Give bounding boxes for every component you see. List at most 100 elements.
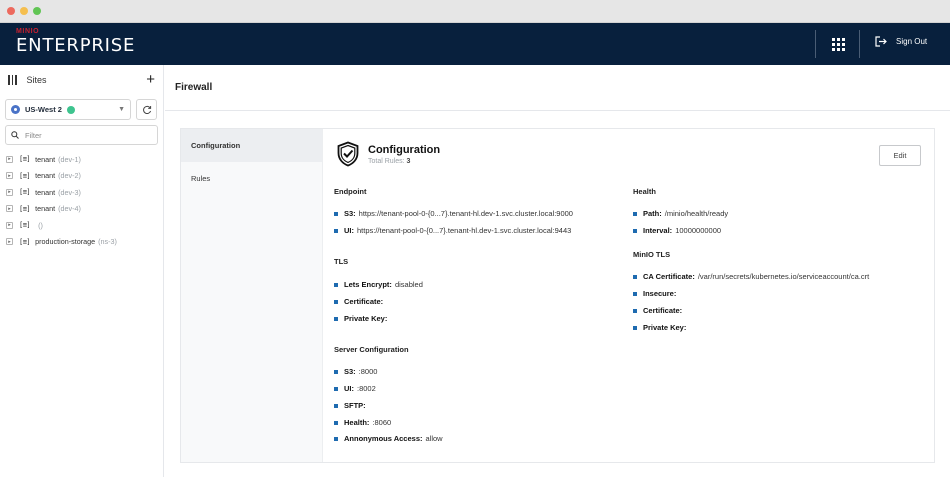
server-row: UI: :8002 [334,384,376,393]
grid-dot-icon [841,42,845,46]
tree-item-label: tenant [35,154,56,164]
server-row: S3: :8000 [334,367,377,376]
kv-key: Private Key: [344,314,388,323]
firewall-card: Configuration Rules Configuration Total … [180,128,935,463]
tree-item-sub: (dev-1) [58,154,81,164]
namespace-icon: [≡] [19,237,31,246]
kv-value: :8002 [357,384,376,393]
namespace-icon: [≡] [19,155,31,164]
health-row: Path: /minio/health/ready [633,209,728,218]
kv-value: /var/run/secrets/kubernetes.io/serviceac… [697,272,870,281]
endpoint-s3-row: S3: https://tenant-pool-0-{0...7}.tenant… [334,209,573,218]
kv-key: Interval: [643,226,673,235]
kv-value: allow [425,434,443,443]
tls-section-title: TLS [334,257,349,266]
bullet-icon [633,308,637,313]
kv-value: :8060 [372,418,392,427]
tenant-tree: ▸ [≡] tenant (dev-1) ▸ [≡] tenant (dev-2… [0,151,163,250]
header-divider [815,30,816,58]
expand-icon[interactable]: ▸ [6,188,13,196]
endpoint-ui-row: UI: https://tenant-pool-0-{0...7}.tenant… [334,226,571,235]
apps-grid-button[interactable] [830,36,846,52]
namespace-icon: [≡] [19,171,31,180]
bullet-icon [334,282,338,287]
kv-value: :8000 [358,367,378,376]
expand-icon[interactable]: ▸ [6,221,13,229]
shield-check-icon [337,141,359,167]
expand-icon[interactable]: ▸ [6,205,13,213]
tree-item[interactable]: ▸ [≡] tenant (dev-4) [0,201,163,218]
tree-item-sub: (dev-2) [58,171,81,181]
grid-dot-icon [841,47,845,51]
bullet-icon [633,274,637,279]
health-section-title: Health [633,187,656,196]
kv-key: Path: [643,209,662,218]
tree-item-sub: (dev-4) [58,204,81,214]
refresh-icon [142,105,151,114]
grid-dot-icon [836,42,840,46]
namespace-icon: [≡] [19,188,31,197]
grid-dot-icon [831,37,835,41]
kv-key: SFTP: [344,401,366,410]
expand-icon[interactable]: ▸ [6,172,13,180]
tls-row: Private Key: [334,314,390,323]
kv-key: Insecure: [643,289,677,298]
bullet-icon [633,291,637,296]
expand-icon[interactable]: ▸ [6,238,13,246]
site-select-row: US-West 2 ▼ [0,99,163,120]
search-icon [11,131,19,139]
sign-out-button[interactable]: Sign Out [875,36,927,47]
kv-key: Certificate: [643,306,683,315]
minimize-window-button[interactable] [20,7,28,15]
namespace-icon: [≡] [19,221,31,230]
tls-row: Lets Encrypt: disabled [334,280,423,289]
kv-key: Certificate: [344,297,384,306]
configuration-title: Configuration [368,143,441,156]
filter-field[interactable] [5,125,158,145]
kv-key: S3: [344,209,356,218]
sites-header: Sites + [0,65,163,95]
sign-out-label: Sign Out [896,37,928,46]
edit-button[interactable]: Edit [879,145,921,166]
bullet-icon [633,228,637,233]
configuration-panel: Configuration Total Rules: 3 Edit Endpoi… [324,129,934,462]
minio-tls-section-title: MinIO TLS [633,250,671,259]
bullet-icon [334,403,338,408]
kv-key: Health: [344,418,370,427]
bullet-icon [334,211,338,216]
minio-tls-row: Certificate: [633,306,685,315]
kv-value: 10000000000 [675,226,722,235]
kv-key: UI: [344,226,354,235]
expand-icon[interactable]: ▸ [6,155,13,163]
site-select[interactable]: US-West 2 ▼ [5,99,131,120]
add-site-button[interactable]: + [146,72,155,87]
sites-sidebar: Sites + US-West 2 ▼ ▸ [≡] tenant (dev-1) [0,65,164,477]
tree-item[interactable]: ▸ [≡] production-storage (ns-3) [0,234,163,251]
minio-tls-row: CA Certificate: /var/run/secrets/kuberne… [633,272,869,281]
server-row: SFTP: [334,401,369,410]
tree-item-sub: () [38,220,43,230]
brand-logo[interactable]: MINIO ENTERPRISE [16,28,135,56]
maximize-window-button[interactable] [33,7,41,15]
close-window-button[interactable] [7,7,15,15]
kv-key: Annonymous Access: [344,434,423,443]
chevron-down-icon: ▼ [118,106,125,113]
refresh-button[interactable] [136,99,157,120]
sign-out-icon [875,36,887,47]
filter-input[interactable] [25,130,145,140]
tree-item[interactable]: ▸ [≡] tenant (dev-1) [0,151,163,168]
server-row: Health: :8060 [334,418,391,427]
kv-key: UI: [344,384,354,393]
site-globe-icon [11,105,20,114]
kv-key: S3: [344,367,356,376]
tab-configuration[interactable]: Configuration [181,129,322,162]
tree-item[interactable]: ▸ [≡] tenant (dev-3) [0,184,163,201]
tree-item[interactable]: ▸ [≡] tenant (dev-2) [0,168,163,185]
tree-item[interactable]: ▸ [≡] () [0,217,163,234]
tree-item-label: tenant [35,187,56,197]
tab-rules[interactable]: Rules [181,162,322,195]
bullet-icon [633,325,637,330]
page-title: Firewall [175,82,213,93]
sidebar-collapse-icon[interactable] [8,75,17,85]
minio-tls-row: Private Key: [633,323,689,332]
